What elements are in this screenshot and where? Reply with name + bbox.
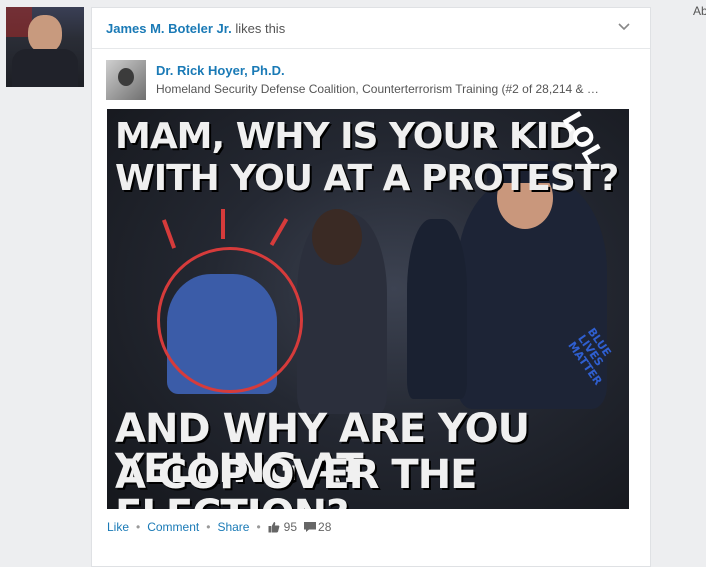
comments-count[interactable]: 28 bbox=[318, 520, 331, 534]
author-headline: Homeland Security Defense Coalition, Cou… bbox=[156, 82, 599, 96]
share-link[interactable]: Share bbox=[217, 520, 249, 534]
separator-dot: • bbox=[256, 520, 261, 534]
comment-link[interactable]: Comment bbox=[147, 520, 199, 534]
social-actions-bar: Like • Comment • Share • 95 28 bbox=[107, 520, 331, 534]
image-figure-officer-2 bbox=[407, 219, 467, 399]
actor-name-link[interactable]: James M. Boteler Jr. bbox=[106, 21, 232, 36]
separator-dot: • bbox=[206, 520, 211, 534]
thumbs-up-icon[interactable] bbox=[268, 521, 280, 533]
red-circle-annotation bbox=[157, 247, 303, 393]
likes-count[interactable]: 95 bbox=[284, 520, 297, 534]
image-woman-head bbox=[312, 209, 362, 265]
author-avatar[interactable] bbox=[106, 60, 146, 100]
avatar-face bbox=[28, 15, 62, 53]
activity-line: James M. Boteler Jr. likes this bbox=[106, 21, 285, 36]
author-row: Dr. Rick Hoyer, Ph.D. Homeland Security … bbox=[106, 60, 636, 100]
post-image[interactable]: MAM, WHY IS YOUR KID WITH YOU AT A PROTE… bbox=[107, 109, 629, 509]
avatar-body bbox=[12, 49, 78, 87]
card-header: James M. Boteler Jr. likes this bbox=[92, 8, 650, 49]
comment-bubble-icon[interactable] bbox=[303, 521, 317, 533]
author-name-link[interactable]: Dr. Rick Hoyer, Ph.D. bbox=[156, 63, 285, 78]
red-arrow-annotation bbox=[221, 209, 225, 239]
right-rail-partial-text: Ab bbox=[693, 4, 706, 18]
image-caption-bottom-2: A COP OVER THE ELECTION? bbox=[115, 452, 478, 509]
actor-action: likes this bbox=[231, 21, 286, 36]
viewer-avatar[interactable] bbox=[6, 7, 84, 87]
feed-card: James M. Boteler Jr. likes this Dr. Rick… bbox=[91, 7, 651, 567]
separator-dot: • bbox=[136, 520, 141, 534]
image-caption-top-1: MAM, WHY IS YOUR KID bbox=[115, 116, 578, 157]
red-arrow-annotation bbox=[161, 219, 177, 249]
chevron-down-icon[interactable] bbox=[618, 18, 630, 34]
image-caption-top-2: WITH YOU AT A PROTEST? bbox=[115, 158, 619, 199]
red-arrow-annotation bbox=[269, 218, 289, 246]
like-link[interactable]: Like bbox=[107, 520, 129, 534]
